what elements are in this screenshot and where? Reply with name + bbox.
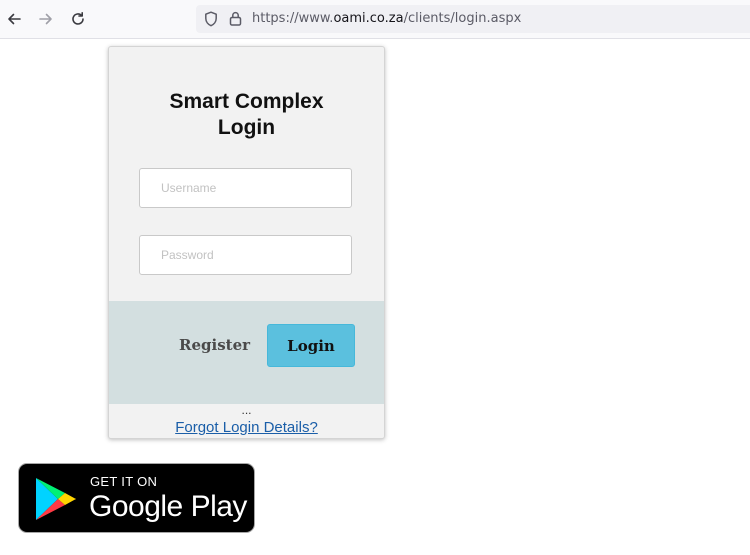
back-button[interactable]: [4, 9, 24, 29]
login-card: Smart Complex Login Register Login ... F…: [108, 46, 385, 439]
url-text[interactable]: https://www.oami.co.za/clients/login.asp…: [252, 11, 521, 27]
google-play-logo-icon: [36, 478, 76, 520]
badge-line-2: Google Play: [89, 490, 247, 523]
action-band: Register Login: [109, 301, 384, 404]
password-input[interactable]: [139, 235, 352, 275]
reload-icon: [72, 12, 84, 25]
url-domain: oami.co.za: [333, 11, 404, 26]
google-play-badge[interactable]: GET IT ON Google Play: [18, 463, 255, 533]
title-line-1: Smart Complex: [169, 90, 324, 113]
reload-button[interactable]: [68, 9, 88, 29]
forward-button[interactable]: [36, 9, 56, 29]
shield-icon[interactable]: [204, 11, 218, 27]
address-bar[interactable]: https://www.oami.co.za/clients/login.asp…: [196, 5, 750, 33]
title-line-2: Login: [217, 116, 276, 139]
browser-toolbar: https://www.oami.co.za/clients/login.asp…: [0, 0, 750, 39]
forgot-login-link[interactable]: Forgot Login Details?: [109, 419, 384, 437]
username-input[interactable]: [139, 168, 352, 208]
lock-icon[interactable]: [229, 11, 242, 26]
url-path: /clients/login.aspx: [403, 11, 522, 26]
ellipsis-text: ...: [241, 403, 252, 417]
back-arrow-icon: [8, 13, 21, 25]
register-link[interactable]: Register: [179, 336, 250, 354]
page-title: Smart Complex Login: [109, 89, 384, 141]
login-button[interactable]: Login: [267, 324, 355, 367]
forward-arrow-icon: [39, 13, 52, 25]
badge-line-1: GET IT ON: [90, 474, 158, 489]
url-scheme: https://www.: [252, 11, 334, 26]
